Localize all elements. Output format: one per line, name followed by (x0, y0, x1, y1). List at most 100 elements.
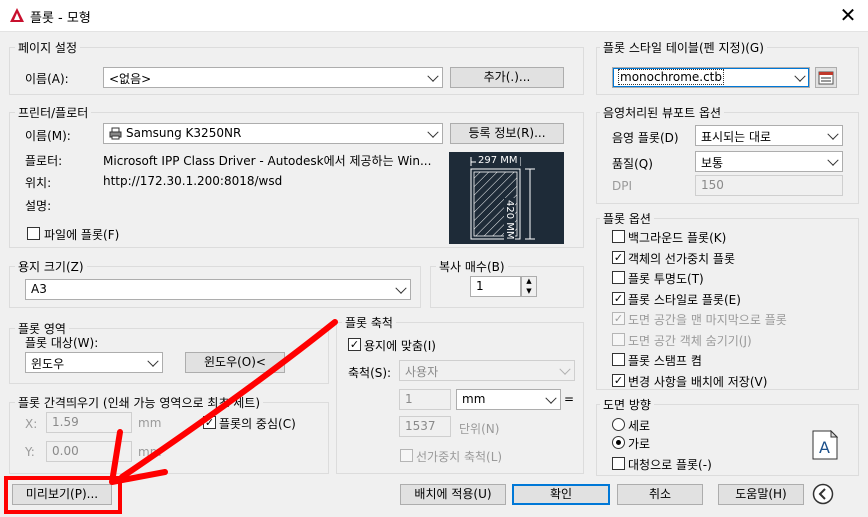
preview-button[interactable]: 미리보기(P)... (12, 484, 112, 505)
chevron-down-icon (545, 392, 557, 404)
printer-properties-button[interactable]: 등록 정보(R)... (450, 123, 564, 144)
chevron-down-icon (827, 128, 839, 140)
upside-down-label: 대청으로 플롯(-) (628, 458, 712, 472)
ok-button[interactable]: 확인 (512, 484, 610, 505)
scale-lineweights-label: 선가중치 축척(L) (416, 450, 503, 464)
page-setup-name-value: <없음> (109, 72, 152, 86)
upside-down-checkbox[interactable] (612, 457, 625, 470)
edit-style-table-button[interactable] (815, 67, 837, 88)
help-button[interactable]: 도움말(H) (718, 484, 804, 505)
fit-to-paper-label: 용지에 맞춤(I) (364, 339, 436, 353)
page-setup-name-select[interactable]: <없음> (103, 67, 443, 88)
plot-option-label: 플롯 투명도(T) (628, 272, 704, 286)
plot-offset-label: 플롯 간격띄우기 (인쇄 가능 영역으로 최초 세트) (15, 394, 264, 411)
dpi-input[interactable]: 150 (695, 175, 843, 196)
scale-unit-value: mm (462, 392, 486, 406)
scale-select[interactable]: 사용자 (399, 360, 575, 381)
printer-icon (109, 127, 122, 140)
close-icon[interactable]: ✕ (835, 3, 861, 29)
paper-width-label: 297 MM (476, 155, 520, 166)
spin-down-icon[interactable]: ▼ (522, 287, 536, 297)
paper-size-select[interactable]: A3 (25, 279, 411, 300)
svg-text:A: A (819, 438, 830, 457)
offset-y-input[interactable]: 0.00 (46, 441, 132, 462)
spin-up-icon[interactable]: ▲ (522, 277, 536, 287)
title-bar (0, 0, 868, 32)
offset-x-unit: mm (138, 416, 162, 430)
description-label: 설명: (25, 199, 52, 213)
shade-plot-select[interactable]: 표시되는 대로 (695, 125, 843, 146)
plotter-value: Microsoft IPP Class Driver - Autodesk에서 … (103, 154, 432, 168)
paper-preview: 297 MM 420 MM (449, 152, 564, 244)
page-setup-label: 페이지 설정 (15, 39, 81, 56)
shade-plot-label: 음영 플롯(D) (612, 131, 679, 145)
plot-option-checkbox[interactable] (612, 353, 625, 366)
plot-scale-label: 플롯 축척 (342, 314, 396, 331)
plot-option-checkbox[interactable]: ✓ (612, 291, 625, 305)
style-table-value: monochrome.ctb (618, 69, 724, 85)
orientation-label: 도면 방향 (600, 396, 654, 413)
scale-value1-input[interactable]: 1 (399, 389, 451, 410)
printer-name-select[interactable]: Samsung K3250NR (103, 123, 443, 144)
add-page-setup-button[interactable]: 추가(.)... (450, 67, 564, 88)
scale-label: 축척(S): (348, 366, 392, 380)
fit-to-paper-checkbox[interactable]: ✓ (348, 338, 361, 351)
shade-plot-value: 표시되는 대로 (701, 130, 772, 144)
printer-name-label: 이름(M): (25, 129, 71, 143)
plot-option-checkbox[interactable] (612, 271, 625, 284)
plot-what-value: 윈도우 (31, 357, 65, 371)
plot-option-label: 변경 사항을 배치에 저장(V) (628, 374, 768, 389)
copies-stepper[interactable]: ▲ ▼ (521, 276, 537, 297)
quality-select[interactable]: 보통 (695, 151, 843, 172)
where-label: 위치: (25, 176, 52, 190)
landscape-page-icon: A (812, 430, 838, 460)
landscape-radio[interactable] (612, 436, 625, 449)
chevron-down-icon (427, 126, 439, 138)
style-table-select[interactable]: monochrome.ctb (612, 67, 810, 88)
scale-value: 사용자 (405, 365, 439, 379)
chevron-down-icon (794, 70, 806, 82)
chevron-down-icon (827, 154, 839, 166)
scale-unit-select[interactable]: mm (456, 389, 561, 410)
landscape-label: 가로 (628, 437, 651, 451)
paper-size-label: 용지 크기(Z) (15, 258, 87, 275)
autocad-app-icon (10, 8, 24, 22)
plot-what-label: 플롯 대상(W): (25, 336, 99, 350)
chevron-down-icon (559, 363, 571, 375)
copies-label: 복사 매수(B) (436, 258, 508, 275)
scale-value2-input[interactable]: 1537 (399, 416, 451, 437)
plot-option-label: 플롯 스타일로 플롯(E) (628, 292, 741, 307)
plot-options-label: 플롯 옵션 (600, 210, 654, 227)
apply-to-layout-button[interactable]: 배치에 적용(U) (400, 484, 506, 505)
plot-option-checkbox[interactable]: ✓ (612, 373, 625, 387)
cancel-button[interactable]: 취소 (617, 484, 703, 505)
scale-lineweights-checkbox[interactable] (400, 449, 413, 462)
copies-input[interactable]: 1 (470, 276, 521, 297)
quality-value: 보통 (701, 156, 724, 170)
quality-label: 품질(Q) (612, 157, 653, 171)
portrait-radio[interactable] (612, 418, 625, 431)
plot-option-label: 플롯 스탬프 켬 (628, 354, 702, 368)
plot-option-checkbox[interactable]: ✓ (612, 312, 625, 325)
plotter-label: 플로터: (25, 154, 63, 168)
plot-what-select[interactable]: 윈도우 (25, 352, 163, 373)
scale-equals: = (564, 392, 575, 406)
plot-option-label: 객체의 선가중치 플롯 (628, 251, 735, 266)
chevron-down-icon (147, 355, 159, 367)
plot-to-file-checkbox[interactable] (27, 227, 40, 240)
plot-to-file-label: 파일에 플롯(F) (44, 228, 120, 242)
dpi-label: DPI (612, 179, 633, 193)
window-select-button[interactable]: 윈도우(O)< (185, 352, 285, 373)
paper-size-value: A3 (31, 282, 47, 296)
window-title: 플롯 - 모형 (30, 11, 91, 26)
offset-y-unit: mm (138, 445, 162, 459)
offset-x-input[interactable]: 1.59 (46, 412, 132, 433)
plot-option-label: 도면 공간을 맨 마지막으로 플롯 (628, 313, 787, 327)
collapse-arrow-icon[interactable] (812, 483, 834, 505)
plot-option-checkbox[interactable] (612, 230, 625, 243)
printer-label: 프린터/플로터 (15, 104, 92, 121)
center-plot-checkbox[interactable]: ✓ (203, 416, 216, 429)
scale-units-label: 단위(N) (459, 422, 500, 436)
plot-option-checkbox[interactable]: ✓ (612, 250, 625, 264)
plot-option-checkbox[interactable] (612, 332, 625, 346)
